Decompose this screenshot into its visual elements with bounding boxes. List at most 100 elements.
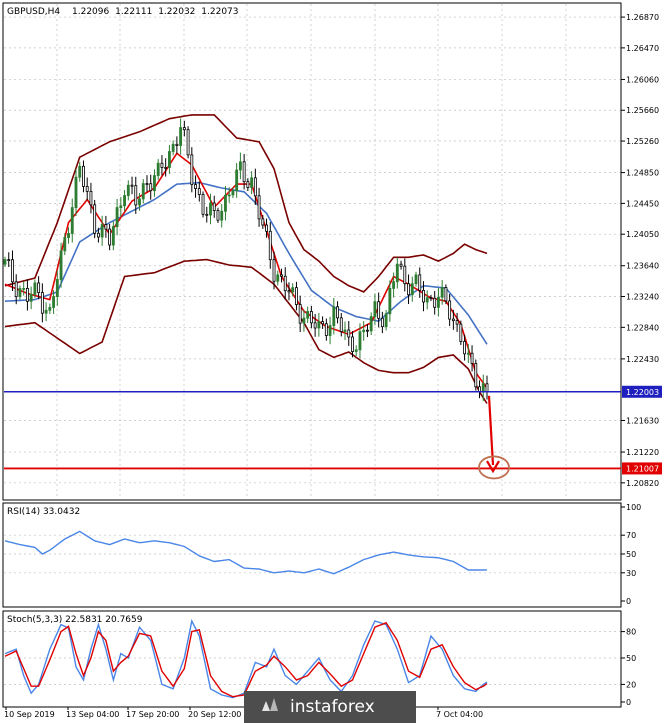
candle-body — [309, 311, 313, 324]
candle-body — [216, 210, 220, 221]
candle-body — [18, 288, 22, 298]
stoch-title: Stoch(5,3,3) 22.5831 20.7659 — [7, 615, 143, 625]
candle — [474, 359, 478, 391]
candle-body — [339, 317, 343, 332]
candle-body — [298, 304, 302, 324]
price-tick-label: 1.23640 — [626, 262, 659, 271]
axis-tick-label: 0 — [626, 597, 631, 606]
candle-body — [104, 224, 108, 230]
candle — [93, 199, 97, 239]
current-price-label: 1.22003 — [626, 388, 659, 397]
axis-tick-label: 50 — [626, 654, 636, 663]
candle-body — [44, 309, 48, 314]
candle-body — [85, 186, 89, 192]
price-tick-label: 1.23240 — [626, 293, 659, 302]
candle-body — [317, 321, 321, 329]
price-tick-label: 1.25660 — [626, 106, 659, 115]
price-tick-label: 1.22840 — [626, 323, 659, 332]
price-tick-label: 1.24450 — [626, 199, 659, 208]
price-tick-label: 1.21630 — [626, 416, 659, 425]
price-tick-label: 1.25260 — [626, 137, 659, 146]
candle-body — [287, 290, 291, 293]
candle — [459, 320, 463, 345]
candle-body — [392, 281, 396, 289]
candle-body — [377, 301, 381, 319]
candle — [186, 126, 190, 159]
time-tick-label: 13 Sep 04:00 — [66, 710, 119, 719]
candle-body — [347, 329, 351, 338]
candle-body — [373, 301, 377, 317]
candle-body — [164, 166, 168, 169]
candle-body — [433, 297, 437, 308]
candle-body — [291, 287, 295, 293]
symbol-title: GBPUSD,H4 — [7, 7, 60, 17]
candle-body — [93, 204, 97, 234]
candle-body — [212, 202, 216, 211]
candle-body — [448, 300, 452, 320]
candle-body — [470, 352, 474, 364]
candle-body — [179, 127, 183, 146]
candle-body — [22, 288, 26, 290]
candle-body — [268, 230, 272, 261]
candle-body — [123, 195, 126, 207]
candle-body — [126, 184, 130, 196]
price-tick-label: 1.21220 — [626, 448, 659, 457]
candle-body — [380, 317, 384, 328]
candle-body — [37, 282, 41, 293]
candle-body — [220, 210, 224, 221]
candle-body — [336, 306, 339, 319]
candle-body — [74, 176, 78, 209]
candle-body — [388, 288, 392, 315]
candle-body — [354, 349, 358, 352]
candle-body — [25, 288, 29, 302]
candle — [201, 191, 205, 218]
candle-body — [362, 329, 366, 333]
candle-body — [7, 259, 11, 261]
candle-body — [302, 317, 306, 324]
axis-tick-label: 70 — [626, 531, 636, 540]
time-tick-label: 20 Sep 12:00 — [188, 710, 241, 719]
candle-body — [418, 274, 422, 291]
candle-body — [156, 162, 160, 176]
axis-tick-label: 80 — [626, 628, 636, 637]
candle-body — [119, 205, 123, 208]
candle-body — [436, 296, 440, 308]
candle-body — [414, 274, 418, 285]
candle-body — [134, 185, 138, 206]
candle-body — [351, 336, 354, 352]
candle-body — [224, 194, 227, 212]
candle-body — [194, 184, 197, 189]
candle-body — [238, 161, 242, 171]
candle-body — [283, 275, 287, 292]
price-tick-label: 1.26060 — [626, 75, 659, 84]
candle-body — [29, 293, 33, 302]
candle-body — [205, 213, 209, 216]
candle-body — [478, 386, 481, 393]
candle-body — [425, 297, 429, 303]
candle-body — [455, 320, 459, 325]
candle-body — [70, 207, 74, 234]
price-tick-label: 1.26470 — [626, 44, 659, 53]
trading-chart: 1.22003 1.21007 1.26870 1.26470 1.26060 1.25… — [0, 0, 665, 723]
price-tick-label: 1.24050 — [626, 230, 659, 239]
candle-body — [175, 143, 179, 146]
candle-body — [201, 194, 205, 215]
candle-body — [235, 169, 239, 192]
candle-body — [209, 202, 212, 216]
candle-body — [78, 165, 82, 178]
candle-body — [11, 259, 14, 283]
price-tick-label: 1.26870 — [626, 13, 659, 22]
candle-body — [160, 162, 164, 168]
axis-tick-label: 30 — [626, 569, 636, 578]
candle — [444, 284, 448, 305]
time-tick-label: 17 Sep 20:00 — [126, 710, 179, 719]
candle-body — [190, 154, 194, 185]
candle-body — [14, 281, 18, 298]
candle-body — [313, 322, 317, 329]
candle-body — [295, 287, 298, 305]
candle-body — [384, 313, 388, 328]
candle-body — [485, 383, 489, 392]
candle-body — [246, 181, 250, 188]
price-tick-label: 1.24850 — [626, 169, 659, 178]
candle-body — [242, 161, 246, 183]
